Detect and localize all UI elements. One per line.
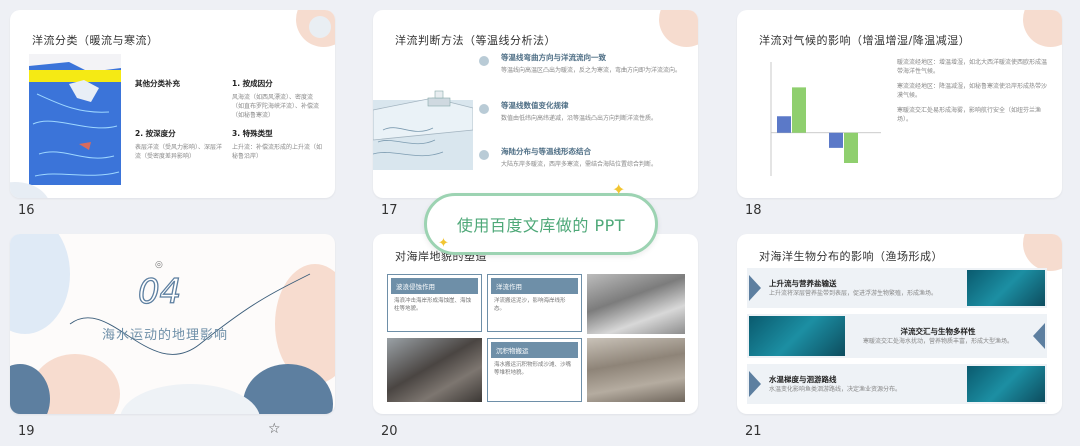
slide-title: 洋流判断方法（等温线分析法） <box>395 34 556 47</box>
ocean-illustration <box>373 90 473 170</box>
slide-number: 20 <box>381 424 398 439</box>
bullet-list: 暖流流经地区：增温增湿，如北大西洋暖流使西欧形成温带海洋性气候。 寒流流经地区：… <box>897 58 1047 124</box>
bullet-dot-icon <box>479 104 489 114</box>
chart-bar <box>792 87 806 133</box>
slide-title: 对海洋生物分布的影响（渔场形成） <box>759 250 943 263</box>
decor-blob <box>659 10 698 47</box>
row-heading: 洋流交汇与生物多样性 <box>900 327 976 336</box>
bullet-item: 寒暖流交汇处易形成海雾，影响航行安全（如纽芬兰渔场）。 <box>897 107 1042 123</box>
content-row: 洋流交汇与生物多样性 寒暖流交汇处海水扰动，营养物质丰富，形成大型渔场。 <box>747 314 1047 358</box>
slide-thumbnail-20[interactable]: 对海岸地貌的塑造 波浪侵蚀作用 海浪冲击海岸形成海蚀崖、海蚀柱等地貌。 洋流作用… <box>373 234 698 414</box>
item-text: 上升流：补偿流形成的上升流（如秘鲁沿岸） <box>232 144 323 160</box>
content-item: 海陆分布与等温线形态结合 大陆东岸多暖流，西岸多寒流，需结合海陆位置综合判断。 <box>479 146 689 169</box>
slide-thumbnail-17[interactable]: 洋流判断方法（等温线分析法） 等温线弯曲方向与洋流流向一致 等温线向高温区凸出为… <box>373 10 698 198</box>
section-number: 04 <box>137 271 182 312</box>
bullet-item: 暖流流经地区：增温增湿，如北大西洋暖流使西欧形成温带海洋性气候。 <box>897 59 1048 75</box>
decor-blob <box>309 16 331 38</box>
item-text: 大陆东岸多暖流，西岸多寒流，需结合海陆位置综合判断。 <box>501 161 658 168</box>
card-text: 洋流搬运泥沙，影响海岸线形态。 <box>494 298 566 312</box>
slide-title: 洋流对气候的影响（增温增湿/降温减湿） <box>759 34 971 47</box>
chart-bar <box>777 116 791 133</box>
decor-blob <box>1023 10 1062 47</box>
content-card: 沉积物搬运 海水搬运沉积物形成沙滩、沙嘴等堆积地貌。 <box>487 338 582 402</box>
sea-rock-photo <box>587 338 685 402</box>
slide-number: 21 <box>745 424 762 439</box>
ocean-photo <box>967 270 1045 306</box>
decor-blob <box>1023 234 1062 271</box>
bullet-dot-icon <box>479 56 489 66</box>
content-row: 水温梯度与洄游路线 水温变化影响鱼类洄游路线，决定渔业资源分布。 <box>747 364 1047 404</box>
row-text: 上升流将深层营养盐带到表层，促进浮游生物繁殖，形成渔场。 <box>769 290 938 297</box>
slide-title: 洋流分类（暖流与寒流） <box>32 34 159 47</box>
ocean-current-map <box>29 54 121 185</box>
row-heading: 上升流与营养盐输送 <box>769 279 837 288</box>
slide-thumbnail-16[interactable]: 洋流分类（暖流与寒流） 其他分类补充 1. 按成因分 风海流（如西风漂流）、密度… <box>10 10 335 198</box>
section-title: 海水运动的地理影响 <box>102 328 229 343</box>
content-item: 2. 按深度分 表层洋流（受风力影响）、深层洋流（受密度差异影响） <box>135 128 225 161</box>
watermark-bubble: 使用百度文库做的 PPT <box>424 193 658 255</box>
item-heading: 3. 特殊类型 <box>232 129 273 138</box>
item-heading: 其他分类补充 <box>135 79 180 88</box>
content-item: 其他分类补充 <box>135 78 180 89</box>
arrow-right-icon <box>749 275 761 301</box>
coastal-cliff-photo <box>387 338 482 402</box>
slide-number: 19 <box>18 424 35 439</box>
row-heading: 水温梯度与洄游路线 <box>769 375 837 384</box>
sparkle-icon: ✦ <box>612 180 626 199</box>
card-text: 海水搬运沉积物形成沙滩、沙嘴等堆积地貌。 <box>494 362 572 376</box>
slide-thumbnail-19[interactable]: ◎ 04 海水运动的地理影响 <box>10 234 335 414</box>
item-text: 数值由低纬向高纬递减，沿等温线凸出方向判断洋流性质。 <box>501 115 658 122</box>
slide-number: 18 <box>745 203 762 218</box>
content-item: 3. 特殊类型 上升流：补偿流形成的上升流（如秘鲁沿岸） <box>232 128 322 161</box>
item-heading: 等温线数值变化规律 <box>501 101 569 110</box>
slide-thumbnail-21[interactable]: 对海洋生物分布的影响（渔场形成） 上升流与营养盐输送 上升流将深层营养盐带到表层… <box>737 234 1062 414</box>
row-text: 水温变化影响鱼类洄游路线，决定渔业资源分布。 <box>769 386 902 393</box>
item-heading: 等温线弯曲方向与洋流流向一致 <box>501 53 606 62</box>
card-heading: 沉积物搬运 <box>491 342 578 358</box>
item-heading: 海陆分布与等温线形态结合 <box>501 147 591 156</box>
item-text: 风海流（如西风漂流）、密度流（如直布罗陀海峡洋流）、补偿流（如秘鲁寒流） <box>232 94 320 119</box>
bullet-dot-icon <box>479 150 489 160</box>
content-card: 洋流作用 洋流搬运泥沙，影响海岸线形态。 <box>487 274 582 332</box>
star-icon[interactable]: ☆ <box>268 421 281 437</box>
chart-bar <box>844 132 858 163</box>
slide-number: 16 <box>18 203 35 218</box>
content-item: 等温线弯曲方向与洋流流向一致 等温线向高温区凸出为暖流，反之为寒流，弯曲方向即为… <box>479 52 689 75</box>
arrow-left-icon <box>1033 323 1045 349</box>
ocean-photo <box>967 366 1045 402</box>
card-heading: 波浪侵蚀作用 <box>391 278 478 294</box>
arrow-right-icon <box>749 371 761 397</box>
card-text: 海浪冲击海岸形成海蚀崖、海蚀柱等地貌。 <box>394 298 472 312</box>
coastal-rock-photo <box>587 274 685 334</box>
ocean-photo <box>749 316 845 356</box>
row-text: 寒暖流交汇处海水扰动，营养物质丰富，形成大型渔场。 <box>862 338 1013 345</box>
item-text: 等温线向高温区凸出为暖流，反之为寒流，弯曲方向即为洋流流向。 <box>501 67 682 74</box>
item-heading: 2. 按深度分 <box>135 129 176 138</box>
content-item: 等温线数值变化规律 数值由低纬向高纬递减，沿等温线凸出方向判断洋流性质。 <box>479 100 689 123</box>
shell-icon: ◎ <box>155 260 163 270</box>
item-text: 表层洋流（受风力影响）、深层洋流（受密度差异影响） <box>135 144 223 160</box>
slide-thumbnail-18[interactable]: 洋流对气候的影响（增温增湿/降温减湿） 暖流流经地区：增温增湿，如北大西洋暖流使… <box>737 10 1062 198</box>
slide-number: 17 <box>381 203 398 218</box>
content-item: 1. 按成因分 风海流（如西风漂流）、密度流（如直布罗陀海峡洋流）、补偿流（如秘… <box>232 78 322 120</box>
overlay-label: 使用百度文库做的 PPT <box>456 216 626 235</box>
content-card: 波浪侵蚀作用 海浪冲击海岸形成海蚀崖、海蚀柱等地貌。 <box>387 274 482 332</box>
bullet-item: 寒流流经地区：降温减湿，如秘鲁寒流使沿岸形成热带沙漠气候。 <box>897 83 1048 99</box>
chart-bar <box>829 132 843 148</box>
sparkle-icon: ✦ <box>438 236 449 251</box>
card-heading: 洋流作用 <box>491 278 578 294</box>
item-heading: 1. 按成因分 <box>232 79 273 88</box>
content-row: 上升流与营养盐输送 上升流将深层营养盐带到表层，促进浮游生物繁殖，形成渔场。 <box>747 268 1047 308</box>
climate-bar-chart <box>770 62 881 176</box>
